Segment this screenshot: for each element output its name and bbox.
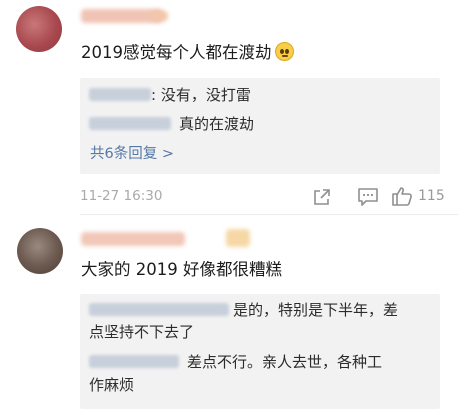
- timestamp: 11-27 16:30: [80, 188, 163, 204]
- user-badge-blurred: [150, 11, 168, 21]
- reply-username-blurred[interactable]: [89, 355, 179, 368]
- replies-box[interactable]: 是的，特别是下半年，差 点坚持不下去了 差点不行。亲人去世，各种工 作麻烦: [80, 294, 440, 409]
- comment-icon[interactable]: [357, 187, 379, 207]
- username-blurred[interactable]: [81, 232, 185, 246]
- sad-face-emoji-icon: [274, 42, 294, 61]
- reply-item[interactable]: : 没有，没打雷: [89, 84, 430, 106]
- replies-box[interactable]: : 没有，没打雷 真的在渡劫 共6条回复 >: [80, 78, 440, 174]
- like-thumb-icon[interactable]: [391, 186, 413, 206]
- user-badge-blurred: [226, 229, 250, 247]
- reply-text-line-1: 是的，特别是下半年，差: [233, 301, 399, 319]
- comment-meta-row: 11-27 16:30 115: [80, 186, 445, 210]
- comment-1: 2019感觉每个人都在渡劫 : 没有，没打雷 真的在渡劫 共6条回复 > 11-…: [0, 0, 458, 215]
- share-icon[interactable]: [312, 187, 332, 207]
- avatar[interactable]: [17, 228, 63, 274]
- comment-text: 大家的 2019 好像都很糟糕: [81, 260, 282, 279]
- comment-text-content: 2019感觉每个人都在渡劫: [81, 43, 272, 62]
- reply-text-line-1: 差点不行。亲人去世，各种工: [187, 353, 383, 371]
- comment-2: 大家的 2019 好像都很糟糕 是的，特别是下半年，差 点坚持不下去了 差点不行…: [0, 215, 458, 409]
- view-more-replies-link[interactable]: 共6条回复 >: [90, 144, 174, 164]
- reply-item-continued: 作麻烦: [89, 374, 430, 396]
- like-count: 115: [418, 188, 445, 204]
- reply-username-blurred[interactable]: [89, 303, 229, 316]
- reply-text: 真的在渡劫: [179, 115, 255, 133]
- reply-username-blurred[interactable]: [89, 117, 171, 130]
- reply-item[interactable]: 差点不行。亲人去世，各种工: [89, 351, 430, 373]
- reply-text: : 没有，没打雷: [151, 86, 251, 104]
- reply-text-line-2: 作麻烦: [89, 376, 135, 394]
- reply-item-continued: 点坚持不下去了: [89, 321, 430, 343]
- reply-username-blurred[interactable]: [89, 88, 151, 101]
- avatar[interactable]: [16, 6, 62, 52]
- reply-item[interactable]: 真的在渡劫: [89, 113, 430, 135]
- comment-text: 2019感觉每个人都在渡劫: [81, 42, 294, 64]
- reply-item[interactable]: 是的，特别是下半年，差: [89, 299, 430, 321]
- reply-text-line-2: 点坚持不下去了: [89, 323, 195, 341]
